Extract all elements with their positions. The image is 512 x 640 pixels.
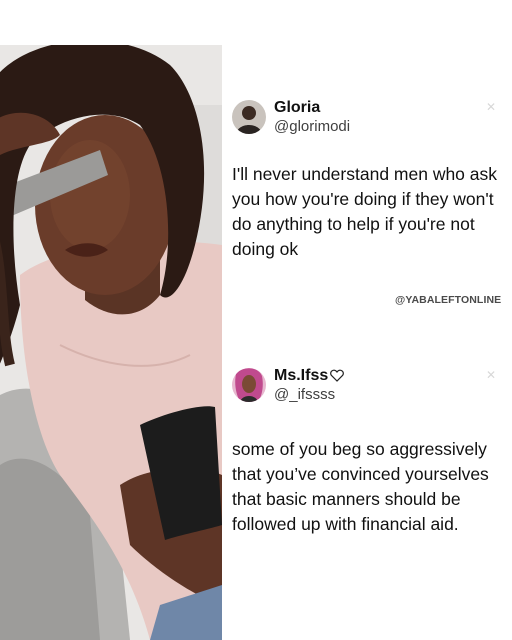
display-name[interactable]: Gloria: [274, 98, 350, 117]
display-name[interactable]: Ms.Ifss: [274, 366, 345, 385]
avatar[interactable]: [232, 368, 266, 402]
profile-photo-icon: [232, 368, 266, 402]
x-logo-icon: ✕: [485, 368, 496, 382]
photo-panel: [0, 45, 222, 640]
tweet-card: ✕ Gloria @glorimodi I'll never understan…: [232, 98, 502, 262]
profile-photo-icon: [232, 100, 266, 134]
watermark: @YABALEFTONLINE: [395, 294, 502, 306]
tweet-card: ✕ Ms.Ifss @_ifssss some of you beg so ag…: [232, 366, 502, 537]
woman-on-phone-photo: [0, 45, 222, 640]
handle[interactable]: @_ifssss: [274, 385, 344, 404]
tweet-text: some of you beg so aggressively that you…: [232, 439, 489, 534]
x-logo-icon: ✕: [485, 100, 496, 114]
tweet-header: Ms.Ifss @_ifssss: [232, 366, 502, 404]
display-name-text: Ms.Ifss: [274, 367, 329, 384]
tweet-header: Gloria @glorimodi: [232, 98, 502, 136]
tweet-text: I'll never understand men who ask you ho…: [232, 164, 498, 259]
heart-outline-icon: [330, 369, 345, 382]
handle[interactable]: @glorimodi: [274, 117, 350, 136]
avatar[interactable]: [232, 100, 266, 134]
